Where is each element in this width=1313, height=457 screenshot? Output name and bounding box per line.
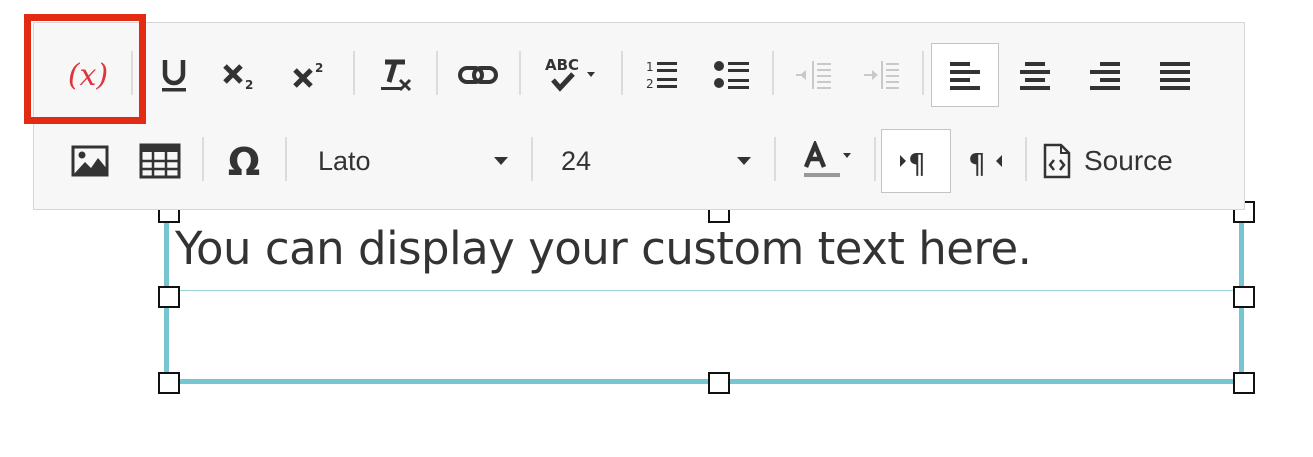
toolbar-separator bbox=[1025, 137, 1027, 181]
insert-image-button[interactable] bbox=[58, 129, 122, 193]
toolbar-separator bbox=[531, 137, 533, 181]
svg-text:¶: ¶ bbox=[908, 147, 926, 177]
image-icon bbox=[71, 145, 109, 177]
editor-toolbar: (x) 2 2 ABC 1 2 Ω Lato 24 ¶ ¶ Source bbox=[33, 22, 1245, 210]
link-button[interactable] bbox=[446, 43, 510, 107]
toolbar-separator bbox=[436, 51, 438, 95]
resize-handle-middle-left[interactable] bbox=[158, 286, 180, 308]
font-size-value: 24 bbox=[561, 145, 592, 176]
subscript-button[interactable]: 2 bbox=[210, 43, 274, 107]
source-icon bbox=[1043, 143, 1071, 179]
link-icon bbox=[458, 66, 498, 84]
insert-table-button[interactable] bbox=[128, 129, 192, 193]
svg-text:1: 1 bbox=[646, 60, 654, 74]
font-size-dropdown[interactable]: 24 bbox=[561, 129, 751, 193]
numbered-list-icon: 1 2 bbox=[646, 60, 677, 91]
table-icon bbox=[139, 143, 181, 179]
resize-handle-bottom-left[interactable] bbox=[158, 372, 180, 394]
source-button[interactable]: Source bbox=[1042, 129, 1202, 193]
superscript-button[interactable]: 2 bbox=[280, 43, 344, 107]
bulleted-list-button[interactable] bbox=[700, 43, 764, 107]
toolbar-separator bbox=[519, 51, 521, 95]
toolbar-row-2: Ω Lato 24 ¶ ¶ Source bbox=[34, 119, 1244, 199]
special-character-button[interactable]: Ω bbox=[212, 129, 276, 193]
toolbar-separator bbox=[202, 137, 204, 181]
indent-icon bbox=[864, 61, 899, 89]
justify-icon bbox=[1160, 62, 1190, 90]
toolbar-separator bbox=[922, 51, 924, 95]
toolbar-separator bbox=[774, 137, 776, 181]
text-color-icon bbox=[803, 141, 851, 177]
toolbar-separator bbox=[874, 137, 876, 181]
justify-button[interactable] bbox=[1143, 43, 1207, 107]
bulleted-list-icon bbox=[714, 61, 749, 89]
subscript-icon: 2 bbox=[223, 64, 253, 92]
editor-content[interactable]: You can display your custom text here. bbox=[175, 222, 1032, 275]
text-direction-rtl-button[interactable]: ¶ bbox=[954, 129, 1018, 193]
svg-text:¶: ¶ bbox=[968, 147, 986, 177]
increase-indent-button[interactable] bbox=[850, 43, 914, 107]
remove-format-button[interactable] bbox=[364, 43, 428, 107]
source-button-label: Source bbox=[1084, 145, 1173, 176]
resize-handle-bottom-right[interactable] bbox=[1233, 372, 1255, 394]
align-left-button[interactable] bbox=[931, 43, 999, 107]
underline-button[interactable] bbox=[142, 43, 206, 107]
svg-text:ABC: ABC bbox=[545, 56, 579, 74]
text-color-button[interactable] bbox=[790, 129, 862, 193]
svg-text:2: 2 bbox=[315, 61, 323, 75]
toolbar-separator bbox=[772, 51, 774, 95]
resize-handle-middle-right[interactable] bbox=[1233, 286, 1255, 308]
chevron-down-icon bbox=[737, 157, 751, 165]
align-left-icon bbox=[950, 62, 980, 90]
font-family-dropdown[interactable]: Lato bbox=[318, 129, 508, 193]
spellcheck-button[interactable]: ABC bbox=[532, 43, 610, 107]
svg-text:2: 2 bbox=[245, 78, 253, 92]
decrease-indent-button[interactable] bbox=[782, 43, 846, 107]
numbered-list-button[interactable]: 1 2 bbox=[630, 43, 694, 107]
ltr-icon: ¶ bbox=[900, 147, 926, 177]
align-right-icon bbox=[1090, 62, 1120, 90]
remove-format-icon bbox=[381, 59, 412, 92]
omega-icon: Ω bbox=[228, 142, 260, 180]
toolbar-row-1: (x) 2 2 ABC 1 2 bbox=[34, 33, 1244, 113]
chevron-down-icon bbox=[494, 157, 508, 165]
outdent-icon bbox=[796, 61, 831, 89]
resize-handle-bottom-middle[interactable] bbox=[708, 372, 730, 394]
toolbar-separator bbox=[621, 51, 623, 95]
spellcheck-icon: ABC bbox=[545, 56, 595, 92]
toolbar-separator bbox=[353, 51, 355, 95]
highlight-frame bbox=[24, 14, 146, 124]
text-element[interactable]: You can display your custom text here. bbox=[164, 212, 1244, 384]
font-family-value: Lato bbox=[318, 145, 371, 176]
svg-text:2: 2 bbox=[646, 77, 654, 91]
align-center-button[interactable] bbox=[1003, 43, 1067, 107]
align-center-icon bbox=[1020, 62, 1050, 90]
underline-icon bbox=[162, 60, 186, 92]
superscript-icon: 2 bbox=[293, 61, 323, 88]
align-right-button[interactable] bbox=[1073, 43, 1137, 107]
rtl-icon: ¶ bbox=[968, 147, 1002, 177]
svg-text:Ω: Ω bbox=[228, 142, 260, 180]
text-direction-ltr-button[interactable]: ¶ bbox=[881, 129, 951, 193]
toolbar-separator bbox=[285, 137, 287, 181]
